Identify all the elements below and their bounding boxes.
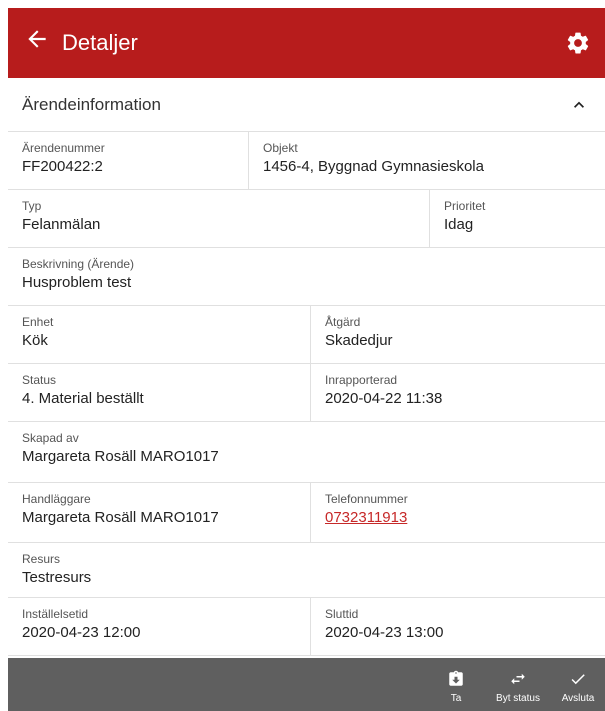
checkmark-icon [571, 674, 585, 685]
row-handlaggare-telefon: Handläggare Margareta Rosäll MARO1017 Te… [8, 483, 605, 543]
chevron-up-icon[interactable] [569, 95, 589, 115]
section-header-arendeinformation[interactable]: Ärendeinformation [8, 78, 605, 132]
back-arrow-icon[interactable] [24, 26, 50, 52]
field-label: Ärendenummer [22, 141, 105, 155]
app-bar: Detaljer [8, 8, 605, 78]
field-value: Testresurs [22, 569, 92, 586]
field-label: Typ [22, 199, 42, 213]
field-beskrivning: Beskrivning (Ärende) Husproblem test [8, 248, 605, 305]
field-label: Inställelsetid [22, 607, 89, 621]
field-value: Felanmälan [22, 216, 101, 233]
field-handlaggare: Handläggare Margareta Rosäll MARO1017 [8, 483, 310, 542]
field-arendenummer: Ärendenummer FF200422:2 [8, 132, 248, 189]
field-label: Beskrivning (Ärende) [22, 257, 135, 271]
field-value: Margareta Rosäll MARO1017 [22, 509, 219, 526]
bottom-action-bar: Ta Byt status Avsluta [8, 658, 605, 711]
field-label: Enhet [22, 315, 54, 329]
details-content: Ärendeinformation Ärendenummer FF200422:… [8, 78, 605, 658]
clipboard-download-icon [449, 670, 463, 686]
field-value: 2020-04-22 11:38 [325, 390, 443, 407]
field-label: Inrapporterad [325, 373, 398, 387]
field-value: 1456-4, Byggnad Gymnasieskola [263, 158, 484, 175]
finish-button[interactable]: Avsluta [556, 670, 600, 704]
field-label: Sluttid [325, 607, 359, 621]
field-telefonnummer: Telefonnummer 0732311913 [310, 483, 605, 542]
field-value: 2020-04-23 13:00 [325, 624, 444, 641]
change-status-label: Byt status [496, 693, 540, 704]
field-label: Objekt [263, 141, 298, 155]
row-typ-prioritet: Typ Felanmälan Prioritet Idag [8, 190, 605, 248]
row-arende-objekt: Ärendenummer FF200422:2 Objekt 1456-4, B… [8, 132, 605, 190]
field-value: Husproblem test [22, 274, 132, 291]
page-title: Detaljer [62, 30, 138, 55]
field-status: Status 4. Material beställt [8, 364, 310, 421]
row-beskrivning: Beskrivning (Ärende) Husproblem test [8, 248, 605, 306]
row-resurs: Resurs Testresurs [8, 543, 605, 598]
field-label: Åtgärd [325, 315, 361, 329]
section-title: Ärendeinformation [22, 94, 161, 114]
field-value: 2020-04-23 12:00 [22, 624, 141, 641]
field-prioritet: Prioritet Idag [429, 190, 605, 247]
field-label: Resurs [22, 552, 61, 566]
field-label: Prioritet [444, 199, 486, 213]
field-value: Kök [22, 332, 48, 349]
row-enhet-atgard: Enhet Kök Åtgärd Skadedjur [8, 306, 605, 364]
take-button[interactable]: Ta [444, 670, 468, 704]
field-installelsetid: Inställelsetid 2020-04-23 12:00 [8, 598, 310, 655]
field-enhet: Enhet Kök [8, 306, 310, 363]
field-label: Telefonnummer [325, 492, 408, 506]
field-value: FF200422:2 [22, 158, 103, 175]
row-installelsetid-sluttid: Inställelsetid 2020-04-23 12:00 Sluttid … [8, 598, 605, 656]
field-sluttid: Sluttid 2020-04-23 13:00 [310, 598, 605, 655]
gear-icon[interactable] [565, 30, 591, 56]
field-value: 4. Material beställt [22, 390, 144, 407]
field-atgard: Åtgärd Skadedjur [310, 306, 605, 363]
finish-label: Avsluta [561, 693, 595, 704]
field-label: Skapad av [22, 431, 79, 445]
field-label: Handläggare [22, 492, 91, 506]
phone-link[interactable]: 0732311913 [325, 509, 593, 527]
take-label: Ta [450, 693, 462, 704]
field-label: Status [22, 373, 57, 387]
swap-arrows-icon [511, 673, 525, 685]
field-value: Skadedjur [325, 332, 393, 349]
field-inrapporterad: Inrapporterad 2020-04-22 11:38 [310, 364, 605, 421]
row-skapad-av: Skapad av Margareta Rosäll MARO1017 [8, 422, 605, 483]
field-value: Margareta Rosäll MARO1017 [22, 448, 219, 465]
field-typ: Typ Felanmälan [8, 190, 429, 247]
field-skapad-av: Skapad av Margareta Rosäll MARO1017 [8, 422, 605, 482]
status-strip [0, 0, 605, 8]
change-status-button[interactable]: Byt status [490, 670, 546, 704]
row-status-inrapporterad: Status 4. Material beställt Inrapportera… [8, 364, 605, 422]
field-resurs: Resurs Testresurs [8, 543, 605, 597]
field-objekt: Objekt 1456-4, Byggnad Gymnasieskola [248, 132, 605, 189]
field-value: Idag [444, 216, 474, 233]
